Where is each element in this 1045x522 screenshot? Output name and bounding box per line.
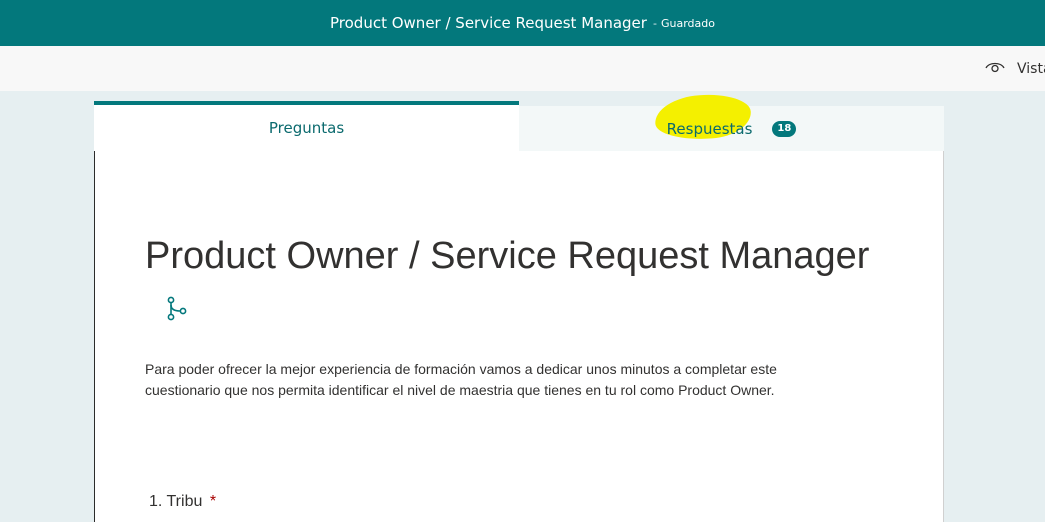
title-separator: -	[652, 16, 657, 30]
responses-count-badge: 18	[772, 120, 797, 137]
required-mark: *	[209, 493, 217, 510]
form-description[interactable]: Para poder ofrecer la mejor experiencia …	[145, 359, 845, 401]
app-header: Product Owner / Service Request Manager …	[0, 0, 1045, 46]
tab-questions[interactable]: Preguntas	[94, 101, 519, 151]
command-bar: Vista	[0, 46, 1045, 91]
form-name[interactable]: Product Owner / Service Request Manager	[330, 14, 647, 32]
tab-responses-label-wrap: Respuestas	[653, 91, 753, 142]
preview-button[interactable]: Vista	[985, 58, 1045, 80]
branching-icon[interactable]	[165, 296, 189, 322]
tab-responses[interactable]: Respuestas 18	[519, 91, 944, 151]
form-card: Product Owner / Service Request Manager …	[94, 151, 944, 522]
form-title[interactable]: Product Owner / Service Request Manager	[145, 235, 869, 278]
question-label: Tribu	[166, 493, 203, 510]
tab-questions-label: Preguntas	[268, 119, 345, 137]
tab-responses-label: Respuestas	[666, 119, 753, 138]
save-status: Guardado	[660, 16, 715, 30]
preview-label: Vista	[1017, 61, 1045, 77]
question-1[interactable]: 1. Tribu *	[149, 493, 216, 511]
tab-bar: Preguntas Respuestas 18	[94, 91, 944, 151]
eye-icon	[985, 60, 1005, 78]
question-number: 1.	[149, 493, 163, 510]
